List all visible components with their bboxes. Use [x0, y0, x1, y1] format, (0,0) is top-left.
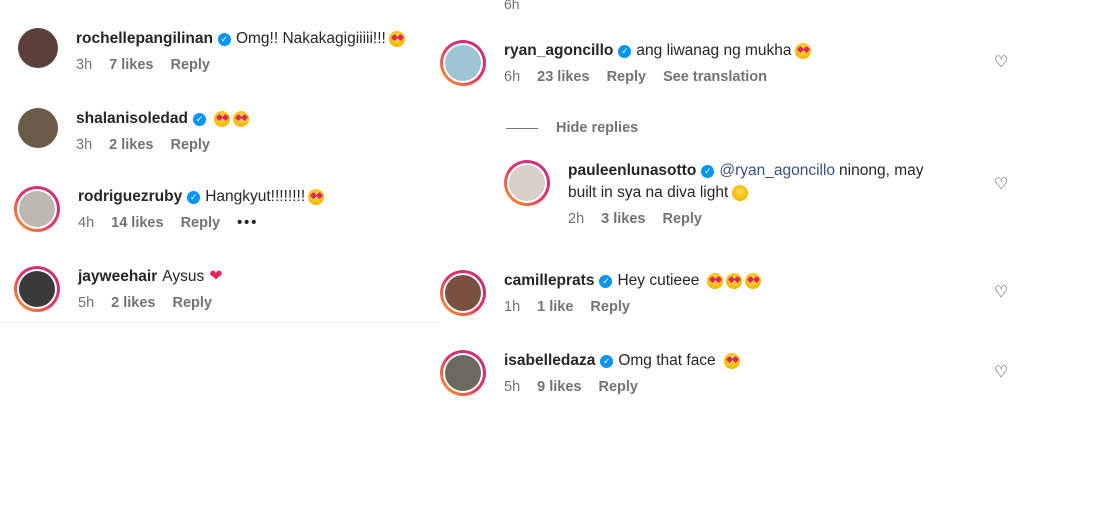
comment-time[interactable]: 6h [504, 69, 520, 85]
see-translation-link[interactable]: See translation [663, 69, 767, 85]
likes-count[interactable]: 1 like [537, 299, 573, 315]
like-heart-icon[interactable]: ♡ [994, 362, 1008, 382]
like-heart-icon[interactable]: ♡ [994, 282, 1008, 302]
hide-replies-button[interactable]: Hide replies [506, 120, 638, 136]
avatar[interactable] [440, 40, 486, 86]
comment-time[interactable]: 6h [504, 0, 520, 12]
laughing-emoji-icon [732, 185, 749, 201]
heart-eyes-emoji-icon [723, 353, 740, 369]
likes-count[interactable]: 9 likes [537, 379, 581, 395]
comment-reply-item: pauleenlunasotto ✓ @ryan_agoncillo ninon… [504, 160, 923, 227]
comment-time[interactable]: 2h [568, 211, 584, 227]
comment-text-continued: built in sya na diva light [568, 184, 729, 201]
verified-badge-icon: ✓ [618, 44, 632, 58]
username[interactable]: pauleenlunasotto [568, 160, 696, 182]
comment-item: camilleprats ✓ Hey cutieee 1h 1 like Rep… [440, 270, 762, 316]
comment-text: ang liwanag ng mukha [636, 42, 792, 59]
like-heart-icon[interactable]: ♡ [994, 52, 1008, 72]
heart-eyes-emoji-icon [707, 273, 724, 289]
comment-text: Hey cutieee [617, 272, 700, 289]
username[interactable]: isabelledaza [504, 350, 595, 372]
likes-count[interactable]: 3 likes [601, 211, 645, 227]
heart-eyes-emoji-icon [745, 273, 762, 289]
reply-button[interactable]: Reply [590, 299, 630, 315]
username[interactable]: ryan_agoncillo [504, 40, 613, 62]
comment-item: isabelledaza ✓ Omg that face 5h 9 likes … [440, 350, 740, 396]
like-heart-icon[interactable]: ♡ [994, 174, 1008, 194]
avatar[interactable] [504, 160, 550, 206]
comment-text: ninong, may [839, 162, 924, 179]
verified-badge-icon: ✓ [701, 164, 715, 178]
heart-eyes-emoji-icon [794, 43, 811, 59]
comment-text: Omg that face [618, 352, 716, 369]
mention-link[interactable]: @ryan_agoncillo [719, 160, 835, 182]
verified-badge-icon: ✓ [600, 354, 614, 368]
comment-item: ryan_agoncillo ✓ ang liwanag ng mukha 6h… [440, 40, 811, 86]
reply-button[interactable]: Reply [662, 211, 702, 227]
reply-button[interactable]: Reply [598, 379, 638, 395]
reply-button[interactable]: Reply [607, 69, 647, 85]
comments-right-column: 6h ryan_agoncillo ✓ ang liwanag ng mukha… [0, 0, 1120, 506]
divider-line [506, 127, 538, 129]
heart-eyes-emoji-icon [726, 273, 743, 289]
likes-count[interactable]: 23 likes [537, 69, 589, 85]
username[interactable]: camilleprats [504, 270, 594, 292]
avatar[interactable] [440, 270, 486, 316]
avatar[interactable] [440, 350, 486, 396]
verified-badge-icon: ✓ [599, 274, 613, 288]
hide-replies-label: Hide replies [556, 120, 639, 136]
comment-time[interactable]: 1h [504, 299, 520, 315]
comment-time[interactable]: 5h [504, 379, 520, 395]
